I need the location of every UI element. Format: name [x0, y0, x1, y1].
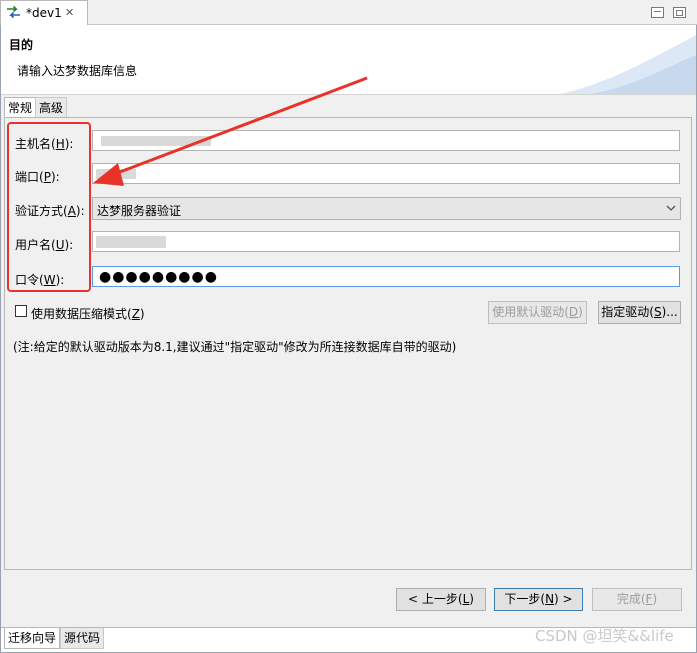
- minimize-button[interactable]: [651, 7, 664, 18]
- next-button[interactable]: 下一步(N) >: [494, 588, 583, 611]
- editor-tab-title: *dev1: [26, 6, 62, 20]
- specify-driver-button[interactable]: 指定驱动(S)...: [598, 301, 681, 324]
- finish-button[interactable]: 完成(F): [592, 588, 682, 611]
- redacted-value: [101, 136, 211, 146]
- auth-method-value: 达梦服务器验证: [97, 204, 182, 218]
- port-input[interactable]: [92, 163, 680, 184]
- driver-note: (注:给定的默认驱动版本为8.1,建议通过"指定驱动"修改为所连接数据库自带的驱…: [13, 340, 457, 354]
- tab-migration-wizard[interactable]: 迁移向导: [4, 628, 60, 649]
- host-input[interactable]: [92, 130, 680, 151]
- close-icon[interactable]: ✕: [65, 6, 74, 19]
- watermark: CSDN @坦笑&&life: [535, 627, 674, 645]
- redacted-value: [96, 236, 166, 248]
- redacted-value: [96, 169, 136, 179]
- tab-general[interactable]: 常规: [4, 97, 36, 118]
- maximize-button[interactable]: [673, 7, 686, 18]
- tab-source-code[interactable]: 源代码: [60, 628, 104, 649]
- password-input[interactable]: ●●●●●●●●●: [92, 266, 680, 287]
- migrate-icon: [6, 5, 21, 22]
- page-title: 目的: [9, 38, 34, 52]
- editor-tab-dev1[interactable]: *dev1 ✕: [0, 0, 88, 25]
- password-value: ●●●●●●●●●: [99, 269, 218, 285]
- back-button[interactable]: < 上一步(L): [396, 588, 486, 611]
- editor-tab-strip: *dev1 ✕: [0, 0, 697, 25]
- tab-advanced[interactable]: 高级: [35, 97, 67, 118]
- compression-checkbox[interactable]: [15, 305, 27, 317]
- auth-method-select[interactable]: 达梦服务器验证: [92, 197, 681, 220]
- chevron-down-icon: [666, 200, 676, 219]
- compression-label[interactable]: 使用数据压缩模式(Z): [31, 305, 145, 322]
- wizard-header: 目的 请输入达梦数据库信息: [1, 25, 696, 95]
- annotation-highlight-box: [7, 122, 91, 292]
- header-decoration: [561, 35, 696, 94]
- use-default-driver-button[interactable]: 使用默认驱动(D): [488, 301, 587, 324]
- username-input[interactable]: [92, 231, 680, 252]
- page-description: 请输入达梦数据库信息: [17, 64, 138, 78]
